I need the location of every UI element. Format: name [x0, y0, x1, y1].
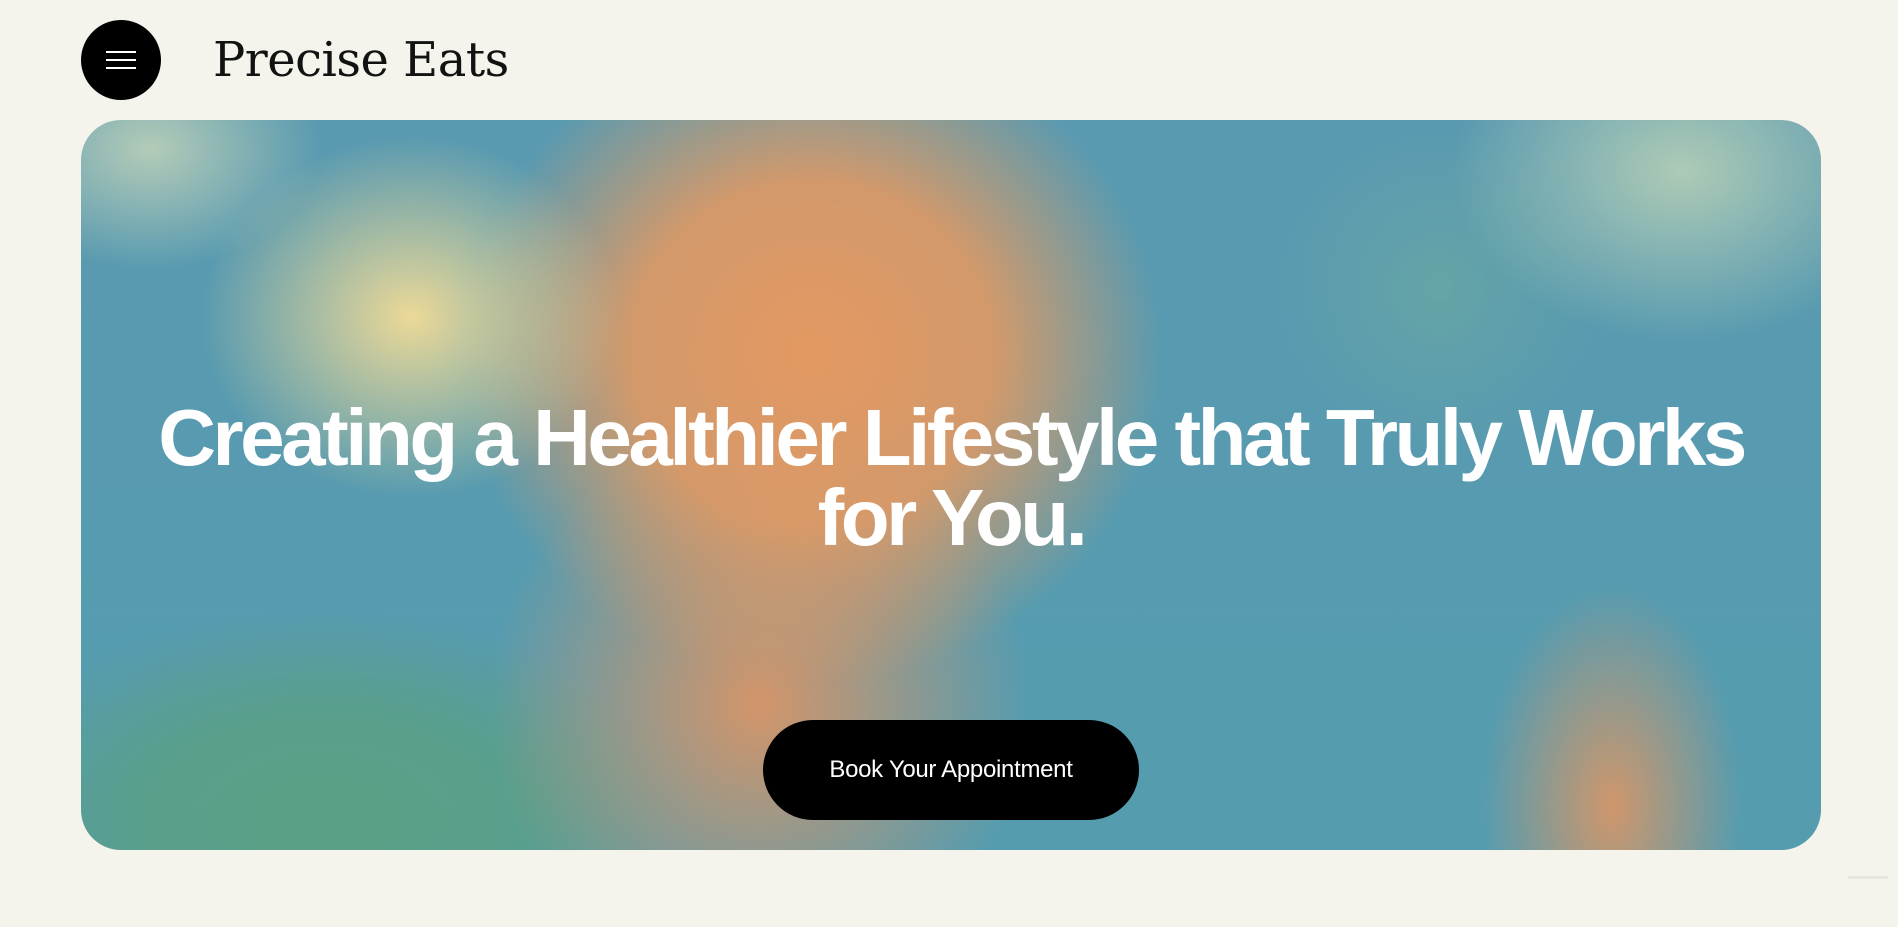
corner-divider [1848, 876, 1888, 879]
hamburger-menu-icon [106, 51, 136, 69]
hero-title: Creating a Healthier Lifestyle that Trul… [158, 393, 1747, 562]
site-logo[interactable]: Precise Eats [213, 36, 509, 84]
site-header: Precise Eats [81, 20, 509, 100]
page: Precise Eats Creating a Healthier Lifest… [0, 0, 1898, 927]
menu-button[interactable] [81, 20, 161, 100]
hero-banner: Creating a Healthier Lifestyle that Trul… [81, 120, 1821, 850]
book-appointment-button[interactable]: Book Your Appointment [763, 720, 1139, 820]
